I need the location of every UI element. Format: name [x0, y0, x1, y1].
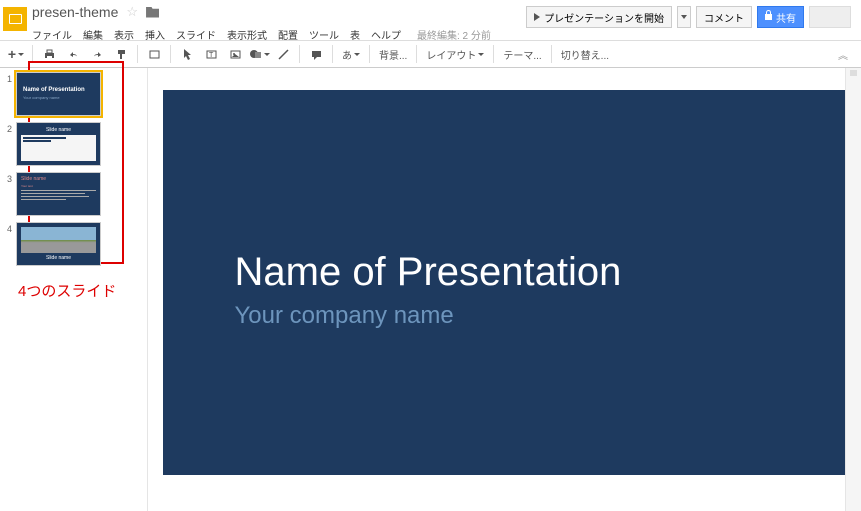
present-button[interactable]: プレゼンテーションを開始 [526, 6, 672, 28]
slide-subtitle[interactable]: Your company name [235, 302, 454, 330]
caret-down-icon [681, 15, 687, 19]
slide-thumb-1[interactable]: Name of Presentation Your company name [16, 72, 101, 116]
lock-icon [765, 14, 772, 20]
separator [332, 45, 333, 63]
share-label: 共有 [776, 10, 796, 25]
slide-thumb-3[interactable]: Slide name Your text [16, 172, 101, 216]
slide-panel: 4つのスライド 1 Name of Presentation Your comp… [0, 68, 148, 511]
canvas-area: Name of Presentation Your company name [148, 68, 861, 511]
collapse-icon[interactable]: ︽ [830, 47, 856, 62]
comment-button[interactable]: コメント [696, 6, 752, 28]
star-icon[interactable]: ☆ [126, 4, 138, 20]
thumb-number: 1 [2, 72, 16, 84]
scrollbar[interactable] [845, 68, 861, 511]
thumb-row: 3 Slide name Your text [0, 168, 147, 218]
folder-icon[interactable] [146, 7, 159, 18]
separator [137, 45, 138, 63]
thumb-number: 3 [2, 172, 16, 184]
separator [299, 45, 300, 63]
image-tool[interactable] [224, 43, 246, 65]
shape-tool[interactable] [248, 43, 270, 65]
doc-title[interactable]: presen-theme [32, 4, 118, 20]
separator [493, 45, 494, 63]
background-button[interactable]: 背景... [375, 43, 411, 65]
thumb-row: 4 Slide name [0, 218, 147, 268]
svg-text:T: T [209, 52, 214, 59]
layout-button[interactable]: レイアウト [422, 43, 488, 65]
input-tool[interactable]: あ [338, 43, 364, 65]
zoom-fit-button[interactable] [143, 43, 165, 65]
toolbar: + T あ 背景... レイアウト テーマ... 切り替え... ︽ [0, 40, 861, 68]
annotation-text: 4つのスライド [18, 280, 116, 301]
comment-tool[interactable] [305, 43, 327, 65]
line-tool[interactable] [272, 43, 294, 65]
thumb-number: 4 [2, 222, 16, 234]
transition-button[interactable]: 切り替え... [557, 43, 613, 65]
present-dropdown[interactable] [677, 6, 691, 28]
select-tool[interactable] [176, 43, 198, 65]
thumb-row: 2 Slide name [0, 118, 147, 168]
separator [170, 45, 171, 63]
separator [416, 45, 417, 63]
thumb-number: 2 [2, 122, 16, 134]
new-slide-button[interactable]: + [5, 43, 27, 65]
play-icon [534, 13, 540, 21]
thumb-row: 1 Name of Presentation Your company name [0, 68, 147, 118]
present-label: プレゼンテーションを開始 [544, 10, 664, 25]
theme-button[interactable]: テーマ... [499, 43, 545, 65]
slide-thumb-4[interactable]: Slide name [16, 222, 101, 266]
slide-title[interactable]: Name of Presentation [235, 250, 622, 295]
slide-thumb-2[interactable]: Slide name [16, 122, 101, 166]
separator [551, 45, 552, 63]
share-button[interactable]: 共有 [757, 6, 804, 28]
header-right: プレゼンテーションを開始 コメント 共有 [526, 6, 851, 28]
textbox-tool[interactable]: T [200, 43, 222, 65]
slide-canvas[interactable]: Name of Presentation Your company name [163, 90, 847, 475]
separator [369, 45, 370, 63]
avatar[interactable] [809, 6, 851, 28]
app-icon[interactable] [3, 7, 27, 31]
